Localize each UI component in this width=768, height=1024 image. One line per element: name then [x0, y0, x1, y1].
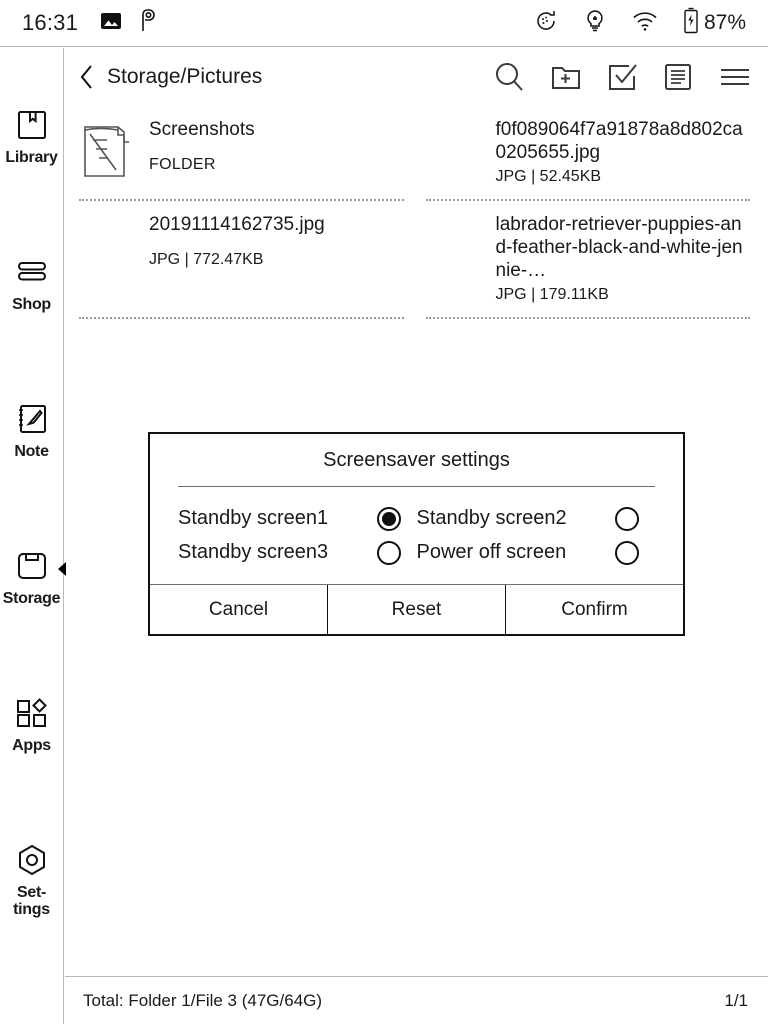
dialog-options: Standby screen1 Standby screen2 Standby …	[150, 487, 683, 584]
cancel-button[interactable]: Cancel	[150, 585, 327, 634]
radio-button[interactable]	[615, 540, 639, 565]
total-count-label: Total: Folder 1/File 3 (47G/64G)	[83, 990, 323, 1010]
breadcrumb[interactable]: Storage/Pictures	[107, 65, 262, 89]
search-icon[interactable]	[492, 60, 526, 94]
dog-photo-thumbnail	[426, 118, 484, 184]
confirm-button[interactable]: Confirm	[505, 585, 683, 634]
sidebar-item-label: Shop	[12, 296, 51, 313]
list-item[interactable]: f0f089064f7a91878a8d802ca0205655.jpg JPG…	[425, 106, 750, 201]
wifi-icon[interactable]	[631, 10, 659, 37]
sidebar-item-storage[interactable]: Storage	[0, 546, 66, 607]
file-meta: JPG | 52.45KB	[495, 168, 602, 185]
radio-button[interactable]	[376, 506, 401, 531]
page-indicator: 1/1	[724, 990, 748, 1010]
clock: 16:31	[22, 10, 79, 35]
option-standby-screen-2[interactable]: Standby screen2	[416, 506, 656, 531]
battery-charging-icon	[683, 7, 699, 40]
file-name: f0f089064f7a91878a8d802ca0205655.jpg	[495, 119, 743, 163]
radio-button[interactable]	[376, 540, 401, 565]
storage-floppy-icon	[15, 546, 49, 586]
sidebar-item-shop[interactable]: Shop	[0, 252, 64, 313]
sidebar-item-library[interactable]: Library	[0, 105, 64, 166]
radio-button[interactable]	[615, 506, 639, 531]
option-label: Standby screen2	[416, 507, 567, 529]
note-pen-icon	[15, 399, 49, 439]
chevron-left-icon[interactable]	[79, 64, 95, 90]
sidebar-item-label: Storage	[2, 590, 61, 607]
sidebar-item-note[interactable]: Note	[0, 399, 64, 460]
option-label: Power off screen	[416, 541, 567, 563]
option-label: Standby screen1	[178, 507, 329, 529]
frontlight-bulb-icon[interactable]	[583, 8, 607, 39]
sidebar-item-label: Library	[5, 149, 58, 166]
reset-button[interactable]: Reset	[327, 585, 505, 634]
dialog-title: Screensaver settings	[323, 448, 510, 471]
file-meta: JPG | 179.11KB	[495, 286, 609, 303]
image-icon	[100, 10, 122, 37]
battery-status: 87%	[683, 7, 746, 40]
apps-grid-icon	[14, 693, 50, 733]
list-view-icon[interactable]	[662, 61, 694, 93]
list-item[interactable]: 20191114162735.jpg JPG | 772.47KB	[79, 201, 404, 319]
settings-hex-icon	[15, 840, 49, 880]
toolbar: Storage/Pictures	[65, 48, 768, 106]
library-book-icon	[15, 105, 49, 145]
file-name: 20191114162735.jpg	[149, 214, 325, 235]
new-folder-icon[interactable]	[550, 61, 582, 93]
sidebar-item-label: Set- tings	[13, 884, 50, 918]
status-footer: Total: Folder 1/File 3 (47G/64G) 1/1	[65, 976, 768, 1024]
file-meta: FOLDER	[149, 156, 216, 173]
noise-photo-thumbnail	[79, 213, 137, 279]
option-standby-screen-3[interactable]: Standby screen3	[178, 540, 417, 565]
option-power-off-screen[interactable]: Power off screen	[416, 540, 656, 565]
screensaver-settings-dialog: Screensaver settings Standby screen1 Sta…	[148, 432, 685, 636]
sidebar-item-settings[interactable]: Set- tings	[0, 840, 64, 918]
shop-books-icon	[14, 252, 50, 292]
file-name: labrador-retriever-puppies-and-feather-b…	[495, 214, 743, 281]
status-bar: 16:31 87%	[0, 0, 768, 47]
sidebar-item-apps[interactable]: Apps	[0, 693, 64, 754]
puppies-photo-thumbnail	[426, 213, 484, 279]
p-badge-icon	[138, 8, 158, 38]
file-name: Screenshots	[149, 119, 255, 140]
list-item[interactable]: Screenshots FOLDER	[79, 106, 404, 201]
option-standby-screen-1[interactable]: Standby screen1	[178, 506, 417, 531]
sidebar-item-label: Apps	[12, 737, 51, 754]
list-item[interactable]: labrador-retriever-puppies-and-feather-b…	[425, 201, 750, 319]
sidebar: Library Shop Note Storage Apps Set- ting…	[0, 48, 66, 1024]
file-grid: Screenshots FOLDER f0f089064f7a91878a8d8…	[65, 106, 768, 319]
sidebar-item-label: Note	[14, 443, 49, 460]
select-check-icon[interactable]	[606, 61, 638, 93]
dialog-footer: Cancel Reset Confirm	[150, 584, 683, 634]
battery-percent: 87%	[703, 11, 746, 34]
folder-icon	[79, 118, 137, 184]
menu-hamburger-icon[interactable]	[718, 62, 752, 92]
option-label: Standby screen3	[178, 541, 329, 563]
file-meta: JPG | 772.47KB	[149, 251, 264, 268]
refresh-rotate-icon[interactable]	[533, 8, 559, 39]
